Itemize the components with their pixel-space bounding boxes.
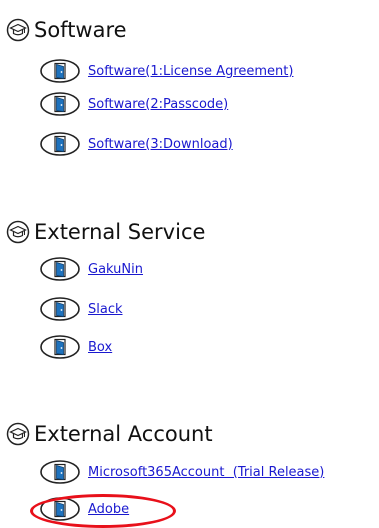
link-slack[interactable]: Slack <box>88 302 123 317</box>
mortarboard-icon <box>6 220 30 244</box>
section-heading-label: Software <box>34 18 127 42</box>
section-heading-external-account: External Account <box>6 422 213 446</box>
list-item-software-download[interactable]: Software(3:Download) <box>39 132 233 156</box>
link-software-passcode[interactable]: Software(2:Passcode) <box>88 97 228 112</box>
door-icon[interactable] <box>39 59 81 83</box>
door-icon[interactable] <box>39 257 81 281</box>
door-icon[interactable] <box>39 335 81 359</box>
link-adobe[interactable]: Adobe <box>88 502 129 517</box>
list-item-microsoft365[interactable]: Microsoft365Account (Trial Release) <box>39 460 324 484</box>
list-item-software-passcode[interactable]: Software(2:Passcode) <box>39 92 228 116</box>
section-heading-label: External Account <box>34 422 213 446</box>
link-gakunin[interactable]: GakuNin <box>88 262 143 277</box>
mortarboard-icon <box>6 422 30 446</box>
list-item-software-license[interactable]: Software(1:License Agreement) <box>39 59 293 83</box>
mortarboard-icon <box>6 18 30 42</box>
door-icon[interactable] <box>39 132 81 156</box>
door-icon[interactable] <box>39 92 81 116</box>
link-box[interactable]: Box <box>88 340 112 355</box>
link-software-download[interactable]: Software(3:Download) <box>88 137 233 152</box>
section-heading-external-service: External Service <box>6 220 205 244</box>
link-microsoft365-account[interactable]: Microsoft365Account (Trial Release) <box>88 465 324 480</box>
door-icon[interactable] <box>39 460 81 484</box>
link-software-license-agreement[interactable]: Software(1:License Agreement) <box>88 64 293 79</box>
door-icon[interactable] <box>39 497 81 521</box>
section-heading-label: External Service <box>34 220 206 244</box>
list-item-box[interactable]: Box <box>39 335 112 359</box>
list-item-adobe[interactable]: Adobe <box>39 497 129 521</box>
list-item-slack[interactable]: Slack <box>39 297 123 321</box>
door-icon[interactable] <box>39 297 81 321</box>
list-item-gakunin[interactable]: GakuNin <box>39 257 143 281</box>
section-heading-software: Software <box>6 18 127 42</box>
